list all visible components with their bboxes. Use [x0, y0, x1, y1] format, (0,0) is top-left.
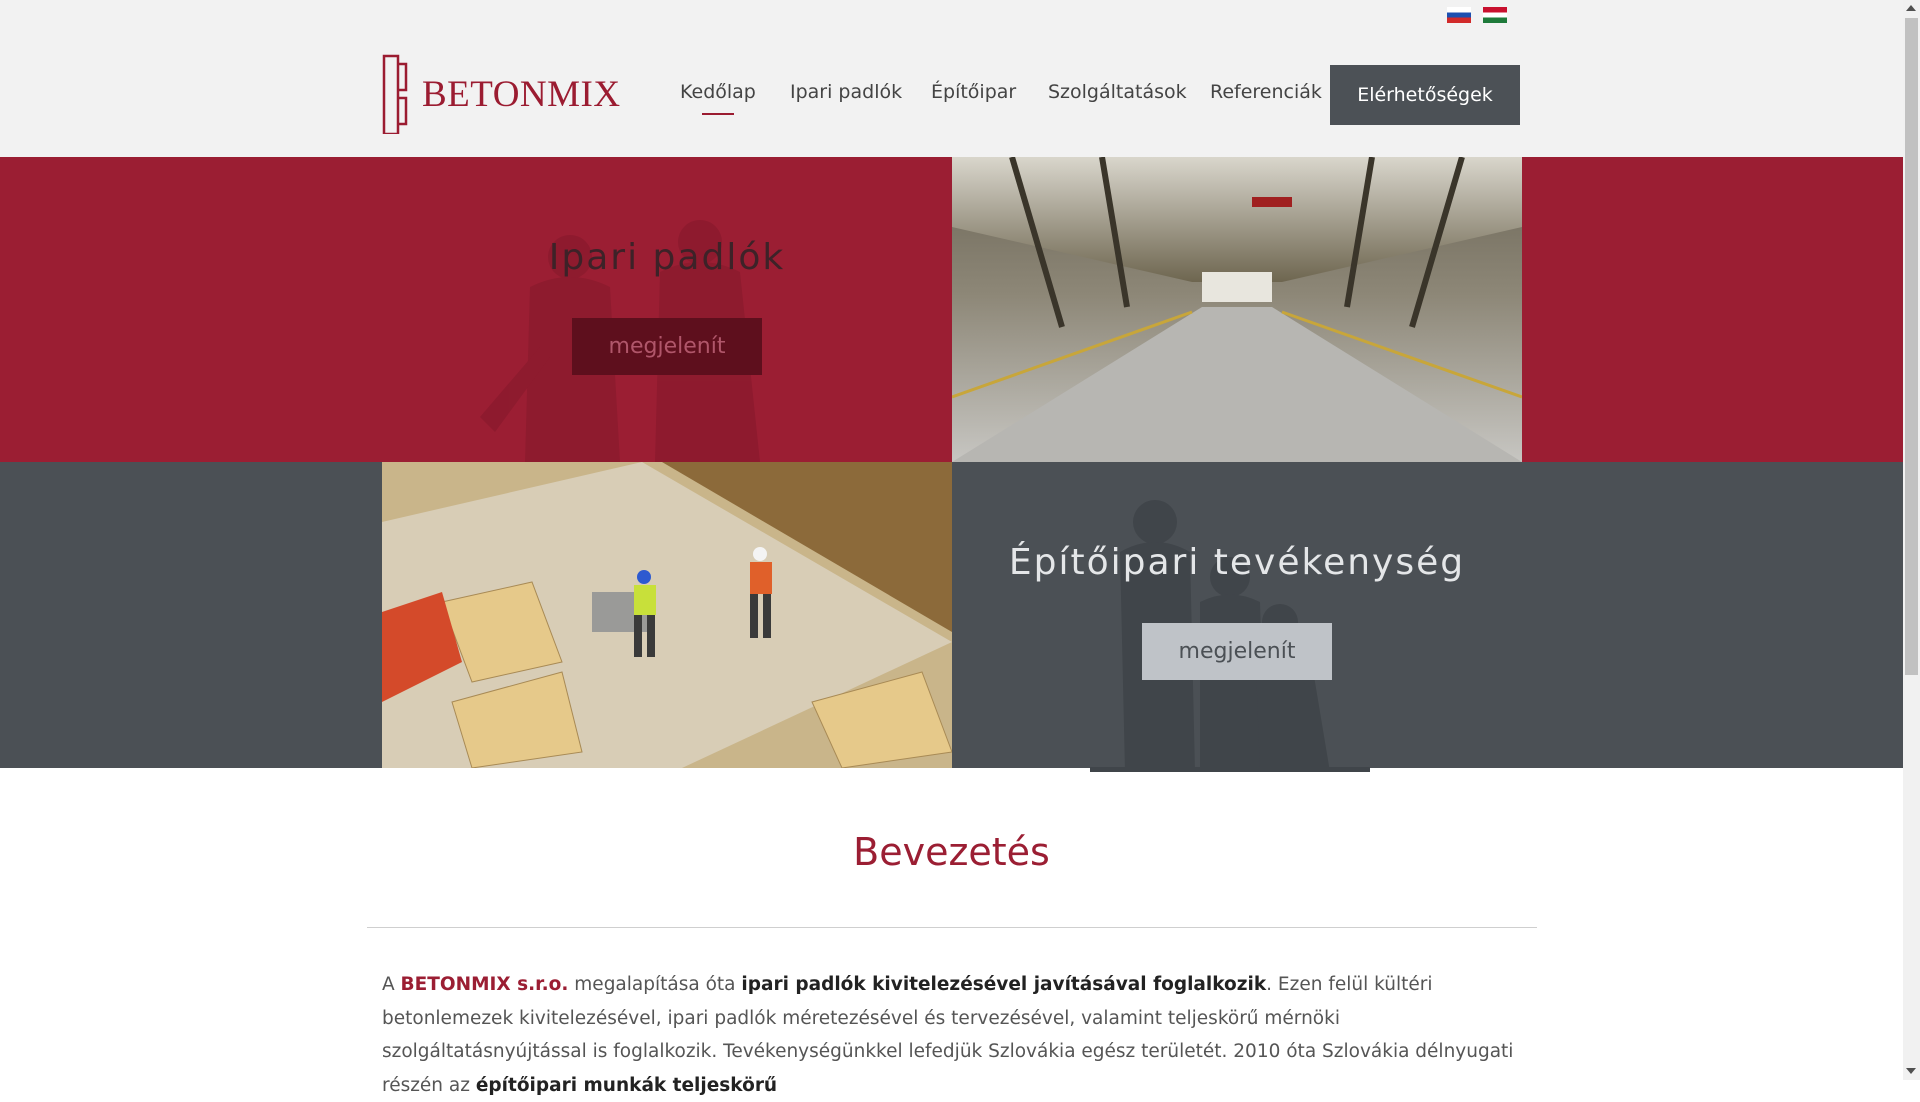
scroll-down-arrow-icon[interactable] — [1906, 1068, 1916, 1074]
intro-paragraph: A BETONMIX s.r.o. megalapítása óta ipari… — [382, 968, 1522, 1102]
site-header: BETONMIX Kedőlap Ipari padlók Építőipar … — [0, 0, 1903, 157]
logo-text: BETONMIX — [422, 73, 621, 115]
nav-item-construction[interactable]: Építőipar — [931, 81, 1016, 103]
nav-item-services[interactable]: Szolgáltatások — [1048, 81, 1187, 103]
nav-item-contact-button[interactable]: Elérhetőségek — [1330, 65, 1520, 125]
slovak-flag-icon[interactable] — [1447, 7, 1471, 23]
industrial-panel-title: Ipari padlók — [548, 237, 786, 278]
construction-section: Építőipari tevékenység megjelenít — [0, 462, 1903, 772]
section-divider — [367, 927, 1537, 928]
logo-mark-icon — [382, 54, 408, 134]
industrial-floors-section: Ipari padlók megjelenít — [0, 157, 1903, 462]
construction-site-photo — [382, 462, 952, 768]
hungarian-flag-icon[interactable] — [1483, 7, 1507, 23]
nav-item-references[interactable]: Referenciák — [1210, 81, 1322, 103]
intro-heading: Bevezetés — [853, 830, 1050, 874]
scrollbar-thumb[interactable] — [1905, 18, 1918, 675]
intro-brand-name: BETONMIX s.r.o. — [400, 974, 569, 995]
construction-show-button[interactable]: megjelenít — [1142, 623, 1332, 680]
nav-item-industrial-floors[interactable]: Ipari padlók — [790, 81, 902, 103]
language-switcher — [1447, 7, 1507, 23]
intro-text-b: megalapítása óta — [568, 974, 742, 995]
construction-panel: Építőipari tevékenység megjelenít — [952, 542, 1522, 680]
industrial-panel: Ipari padlók megjelenít — [382, 237, 952, 375]
intro-bold-text: ipari padlók kivitelezésével javításával… — [741, 974, 1267, 995]
scroll-up-arrow-icon[interactable] — [1906, 5, 1916, 11]
intro-text-a: A — [382, 974, 401, 995]
intro-bold-text-2: építőipari munkák teljeskörű — [475, 1074, 778, 1096]
nav-item-home[interactable]: Kedőlap — [680, 81, 756, 103]
site-logo[interactable]: BETONMIX — [382, 54, 621, 134]
construction-panel-title: Építőipari tevékenység — [1008, 542, 1466, 583]
industrial-show-button[interactable]: megjelenít — [572, 318, 762, 375]
warehouse-photo — [952, 157, 1522, 462]
